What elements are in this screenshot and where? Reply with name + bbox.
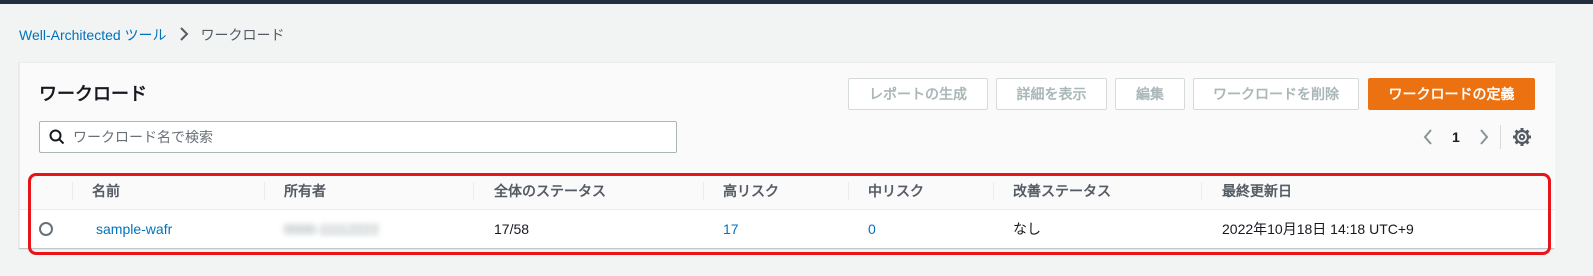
improvement-status-cell: なし (1013, 221, 1041, 237)
page-title: ワークロード (39, 84, 147, 104)
owner-cell: 0000-11112222 (284, 221, 379, 237)
column-divider (72, 182, 73, 200)
column-divider (993, 182, 994, 200)
view-details-button[interactable]: 詳細を表示 (996, 78, 1107, 110)
search-input[interactable] (71, 128, 676, 146)
column-header-overall-status[interactable]: 全体のステータス (494, 173, 606, 209)
workload-name-link[interactable]: sample-wafr (96, 210, 172, 248)
pagination: 1 (1418, 125, 1494, 149)
search-icon (49, 129, 65, 145)
column-header-improvement-status[interactable]: 改善ステータス (1013, 173, 1111, 209)
breadcrumb: Well-Architected ツール ワークロード (19, 25, 285, 45)
high-risk-link[interactable]: 17 (723, 210, 739, 248)
breadcrumb-link-well-architected[interactable]: Well-Architected ツール (19, 25, 167, 45)
gear-icon[interactable] (1512, 127, 1532, 147)
column-divider (1201, 182, 1202, 200)
column-header-last-updated[interactable]: 最終更新日 (1222, 173, 1292, 209)
column-divider (703, 182, 704, 200)
table-header: 名前 所有者 全体のステータス 高リスク 中リスク 改善ステータス 最終更新日 (20, 173, 1555, 210)
search-field[interactable] (39, 121, 677, 153)
column-header-medium-risk[interactable]: 中リスク (868, 173, 924, 209)
edit-button[interactable]: 編集 (1115, 78, 1185, 110)
top-navigation-bar (0, 0, 1593, 4)
column-header-owner[interactable]: 所有者 (284, 173, 326, 209)
column-divider (264, 182, 265, 200)
medium-risk-link[interactable]: 0 (868, 210, 876, 248)
pager-divider (1500, 125, 1501, 149)
panel-header: ワークロード レポートの生成 詳細を表示 編集 ワークロードを削除 ワークロード… (20, 63, 1555, 173)
chevron-right-icon (179, 26, 189, 44)
column-divider (473, 182, 474, 200)
workloads-table: 名前 所有者 全体のステータス 高リスク 中リスク 改善ステータス 最終更新日 … (20, 173, 1555, 248)
page-number[interactable]: 1 (1452, 129, 1460, 145)
define-workload-button[interactable]: ワークロードの定義 (1368, 78, 1535, 110)
workloads-panel: ワークロード レポートの生成 詳細を表示 編集 ワークロードを削除 ワークロード… (19, 62, 1555, 248)
delete-workload-button[interactable]: ワークロードを削除 (1193, 78, 1359, 110)
table-row[interactable]: sample-wafr 0000-11112222 17/58 17 0 なし … (20, 210, 1555, 248)
chevron-right-icon[interactable] (1474, 127, 1494, 147)
breadcrumb-current: ワークロード (200, 27, 285, 43)
chevron-left-icon[interactable] (1418, 127, 1438, 147)
column-header-high-risk[interactable]: 高リスク (723, 173, 779, 209)
overall-status-cell: 17/58 (494, 221, 530, 237)
column-header-name[interactable]: 名前 (92, 173, 120, 209)
generate-report-button[interactable]: レポートの生成 (848, 78, 988, 110)
last-updated-cell: 2022年10月18日 14:18 UTC+9 (1222, 221, 1414, 237)
row-select-radio[interactable] (39, 222, 53, 236)
column-divider (848, 182, 849, 200)
